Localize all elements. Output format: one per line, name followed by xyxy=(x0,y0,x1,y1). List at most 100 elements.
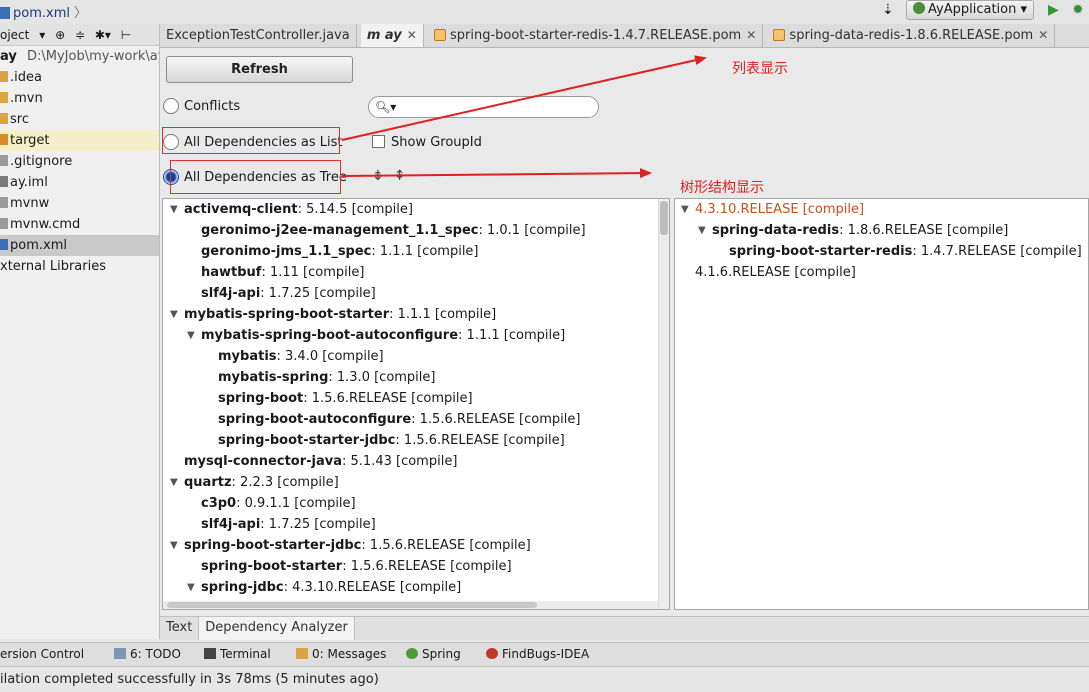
close-icon[interactable]: ✕ xyxy=(1038,28,1048,42)
tree-node[interactable]: slf4j-api: 1.7.25 [compile] xyxy=(163,514,669,535)
tab-ay-pom[interactable]: m ay ✕ xyxy=(360,24,424,47)
expand-all-icon[interactable]: ⇟ xyxy=(372,168,394,184)
project-item-gitignore[interactable]: .gitignore xyxy=(0,151,159,172)
tree-node[interactable]: ▼ spring-boot-starter-jdbc: 1.5.6.RELEASE… xyxy=(163,535,669,556)
project-item-mvnw-cmd[interactable]: mvnw.cmd xyxy=(0,214,159,235)
project-item-pom-xml[interactable]: pom.xml xyxy=(0,235,159,256)
tree-node[interactable]: ▼ spring-data-redis: 1.8.6.RELEASE [compi… xyxy=(675,220,1088,241)
hide-panel-icon[interactable]: ⊢ xyxy=(121,28,131,42)
tab-exception-test-controller[interactable]: ExceptionTestController.java xyxy=(160,24,357,47)
tree-node[interactable]: spring-boot-starter-redis: 1.4.7.RELEASE… xyxy=(675,241,1088,262)
expand-arrow-icon[interactable]: ▼ xyxy=(170,535,178,556)
highlight-box-tree xyxy=(170,160,341,194)
project-item-mvn[interactable]: .mvn xyxy=(0,88,159,109)
spring-leaf-icon xyxy=(406,648,418,659)
tool-label: ersion Control xyxy=(0,647,85,661)
tree-node[interactable]: mysql-connector-java: 5.1.43 [compile] xyxy=(163,451,669,472)
close-icon[interactable]: ✕ xyxy=(746,28,756,42)
tree-node[interactable]: ▼ mybatis-spring-boot-starter: 1.1.1 [com… xyxy=(163,304,669,325)
project-item-label: xternal Libraries xyxy=(0,259,106,274)
dependency-usages-tree[interactable]: ▼ 4.3.10.RELEASE [compile] ▼ spring-data-re… xyxy=(674,198,1089,610)
artifact-name: spring-data-redis xyxy=(712,223,840,238)
project-item-src[interactable]: src xyxy=(0,109,159,130)
tree-node[interactable]: spring-boot-starter: 1.5.6.RELEASE [comp… xyxy=(163,556,669,577)
tab-spring-data-redis-pom[interactable]: spring-data-redis-1.8.6.RELEASE.pom ✕ xyxy=(767,24,1056,47)
artifact-name: spring-boot xyxy=(218,391,304,406)
tool-todo[interactable]: 6: TODO xyxy=(114,643,181,666)
tree-node[interactable]: ▼ quartz: 2.2.3 [compile] xyxy=(163,472,669,493)
project-toolbar: oject ▾ ⊕ ≑ ✱▾ ⊢ xyxy=(0,24,159,46)
search-input[interactable]: 🔍︎▾ xyxy=(368,96,599,118)
tree-node[interactable]: ▼ mybatis-spring-boot-autoconfigure: 1.1.… xyxy=(163,325,669,346)
horizontal-scrollbar[interactable] xyxy=(163,601,658,609)
expand-arrow-icon[interactable]: ▼ xyxy=(187,325,195,346)
tab-spring-boot-starter-redis-pom[interactable]: spring-boot-starter-redis-1.4.7.RELEASE.… xyxy=(428,24,764,47)
run-icon[interactable]: ▶ xyxy=(1048,2,1059,18)
tool-spring[interactable]: Spring xyxy=(406,643,461,666)
sync-icon[interactable]: ⊕ xyxy=(55,28,65,42)
conflicts-option[interactable]: Conflicts xyxy=(163,98,240,114)
tree-node[interactable]: spring-boot-starter-jdbc: 1.5.6.RELEASE … xyxy=(163,430,669,451)
project-item-ay-iml[interactable]: ay.iml xyxy=(0,172,159,193)
vertical-scrollbar[interactable] xyxy=(658,199,669,609)
artifact-name: spring-boot-starter-redis xyxy=(729,244,913,259)
expand-arrow-icon[interactable]: ▼ xyxy=(170,304,178,325)
project-root-label: ay xyxy=(0,49,17,64)
breadcrumb[interactable]: pom.xml 〉 xyxy=(0,2,87,21)
tool-version-control[interactable]: ersion Control xyxy=(0,643,84,666)
sort-icon[interactable]: ⇣ xyxy=(882,2,894,18)
tab-dependency-analyzer[interactable]: Dependency Analyzer xyxy=(199,617,355,640)
chevron-right-icon: 〉 xyxy=(73,6,87,21)
tree-node[interactable]: ▼ 4.3.10.RELEASE [compile] xyxy=(675,199,1088,220)
artifact-version: : 4.3.10.RELEASE [compile] xyxy=(283,580,462,595)
scrollbar-thumb[interactable] xyxy=(167,602,537,608)
close-icon[interactable]: ✕ xyxy=(407,28,417,42)
project-item-external-libraries[interactable]: xternal Libraries xyxy=(0,256,159,277)
tool-findbugs[interactable]: FindBugs-IDEA xyxy=(486,643,589,666)
annotation-list-note: 列表显示 xyxy=(732,61,788,77)
artifact-version: 4.1.6.RELEASE [compile] xyxy=(695,265,856,280)
tree-node[interactable]: slf4j-api: 1.7.25 [compile] xyxy=(163,283,669,304)
expand-arrow-icon[interactable]: ▼ xyxy=(170,199,178,220)
artifact-name: mysql-connector-java xyxy=(184,454,343,469)
project-view-selector[interactable]: oject xyxy=(0,28,29,42)
tab-text[interactable]: Text xyxy=(160,617,200,640)
tree-node[interactable]: c3p0: 0.9.1.1 [compile] xyxy=(163,493,669,514)
refresh-button[interactable]: Refresh xyxy=(166,56,353,83)
show-groupid-checkbox[interactable]: Show GroupId xyxy=(372,135,482,150)
artifact-name: spring-boot-autoconfigure xyxy=(218,412,412,427)
tree-node[interactable]: mybatis: 3.4.0 [compile] xyxy=(163,346,669,367)
file-icon xyxy=(0,7,10,19)
tree-node[interactable]: geronimo-j2ee-management_1.1_spec: 1.0.1… xyxy=(163,220,669,241)
dependency-tree[interactable]: ▼ activemq-client: 5.14.5 [compile] geroni… xyxy=(162,198,670,610)
project-root[interactable]: ay D:\MyJob\my-work\ay xyxy=(0,46,159,67)
artifact-name: mybatis xyxy=(218,349,277,364)
tool-messages[interactable]: 0: Messages xyxy=(296,643,386,666)
debug-icon[interactable]: ✹ xyxy=(1072,2,1084,18)
artifact-version: : 1.0.1 [compile] xyxy=(478,223,586,238)
scrollbar-thumb[interactable] xyxy=(660,201,668,235)
tool-terminal[interactable]: Terminal xyxy=(204,643,271,666)
collapse-all-icon[interactable]: ⇞ xyxy=(394,168,416,184)
tree-node[interactable]: geronimo-jms_1.1_spec: 1.1.1 [compile] xyxy=(163,241,669,262)
project-item-idea[interactable]: .idea xyxy=(0,67,159,88)
expand-arrow-icon[interactable]: ▼ xyxy=(170,472,178,493)
project-item-target[interactable]: target xyxy=(0,130,159,151)
project-item-mvnw[interactable]: mvnw xyxy=(0,193,159,214)
expand-arrow-icon[interactable]: ▼ xyxy=(187,577,195,598)
run-configuration-dropdown[interactable]: AyApplication ▾ xyxy=(906,0,1035,20)
tree-node[interactable]: mybatis-spring: 1.3.0 [compile] xyxy=(163,367,669,388)
expand-arrow-icon[interactable]: ▼ xyxy=(681,199,689,220)
tree-node[interactable]: 4.1.6.RELEASE [compile] xyxy=(675,262,1088,283)
tree-node[interactable]: spring-boot-autoconfigure: 1.5.6.RELEASE… xyxy=(163,409,669,430)
collapse-icon[interactable]: ≑ xyxy=(75,28,85,42)
tree-node[interactable]: hawtbuf: 1.11 [compile] xyxy=(163,262,669,283)
gear-icon[interactable]: ✱▾ xyxy=(95,28,111,42)
tree-node[interactable]: ▼ activemq-client: 5.14.5 [compile] xyxy=(163,199,669,220)
expand-arrow-icon[interactable]: ▼ xyxy=(698,220,706,241)
artifact-version: : 3.4.0 [compile] xyxy=(276,349,384,364)
tree-node[interactable]: spring-boot: 1.5.6.RELEASE [compile] xyxy=(163,388,669,409)
chevron-down-icon[interactable]: ▾ xyxy=(39,28,45,42)
xml-file-icon xyxy=(773,29,786,41)
tree-node[interactable]: ▼ spring-jdbc: 4.3.10.RELEASE [compile] xyxy=(163,577,669,598)
